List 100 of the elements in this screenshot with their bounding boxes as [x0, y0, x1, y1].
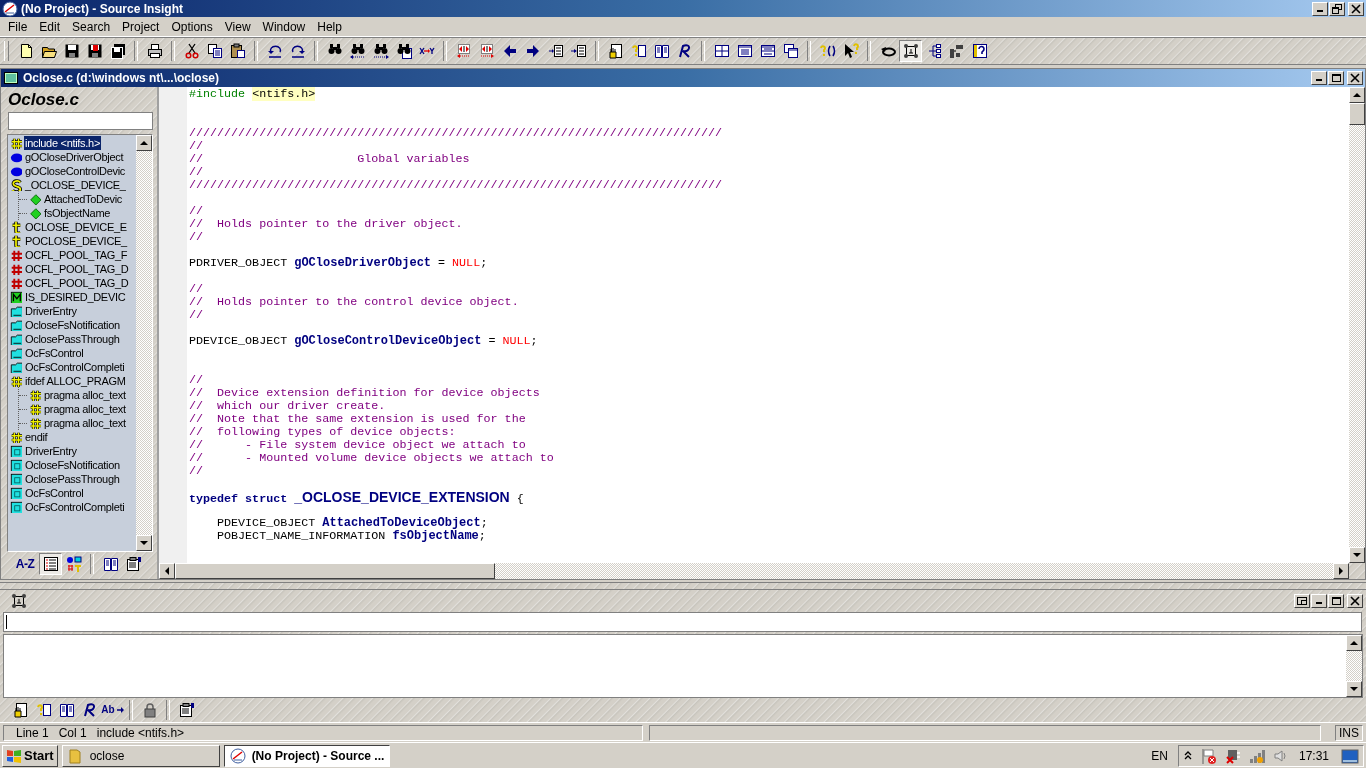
- code-line: //: [189, 283, 205, 297]
- toolbar-button[interactable]: Ab: [101, 698, 124, 721]
- maximize-icon: [1330, 73, 1342, 84]
- toolbar-button[interactable]: [899, 40, 922, 63]
- hand-page-icon: [12, 701, 29, 718]
- current-symbol: include <ntifs.h>: [96, 725, 185, 740]
- document-title: Oclose.c (d:\windows nt\...\oclose): [23, 71, 221, 86]
- flag-icon[interactable]: [1200, 747, 1217, 764]
- maximize-button[interactable]: [1328, 593, 1344, 608]
- toolbar-button[interactable]: A-Z: [11, 553, 39, 576]
- symbol-item[interactable]: OcloseFsNotification: [24, 318, 121, 333]
- scroll-thumb[interactable]: [175, 563, 495, 580]
- scrollbar[interactable]: [1349, 87, 1365, 564]
- scrollbar[interactable]: [1346, 634, 1362, 697]
- taskbar-button[interactable]: (No Project) - Source ...: [223, 744, 391, 767]
- symbol-item[interactable]: OCFL_POOL_TAG_F: [24, 248, 129, 263]
- scrollbar[interactable]: [136, 135, 152, 552]
- grid-window-icon: [713, 43, 730, 60]
- symbol-item[interactable]: endif: [24, 430, 49, 445]
- menu-item[interactable]: File: [2, 17, 34, 36]
- symbol-item[interactable]: OcFsControlCompleti: [24, 360, 126, 375]
- scrollbar[interactable]: [159, 563, 1349, 580]
- symbol-item[interactable]: OCLOSE_DEVICE_E: [24, 220, 128, 235]
- toolbar-button[interactable]: [39, 553, 62, 576]
- macro-icon: [10, 291, 22, 304]
- diamond-icon: [29, 207, 41, 220]
- menu-item[interactable]: Edit: [33, 17, 67, 36]
- pointer-question-icon: [842, 43, 859, 60]
- menu-item[interactable]: Search: [66, 17, 117, 36]
- symbol-item[interactable]: OcFsControl: [24, 346, 85, 361]
- search-field[interactable]: [8, 112, 153, 131]
- symbol-item[interactable]: OcFsControlCompleti: [24, 500, 126, 515]
- padlock-icon: [141, 701, 158, 718]
- restore-button[interactable]: [1329, 1, 1345, 16]
- symbol-item[interactable]: DriverEntry: [24, 304, 78, 319]
- menu-item[interactable]: Help: [311, 17, 348, 36]
- symbol-item[interactable]: gOCloseDriverObject: [24, 150, 125, 165]
- hash-icon: [10, 263, 22, 276]
- symbol-item[interactable]: OcFsControl: [24, 486, 85, 501]
- menu-item[interactable]: Project: [116, 17, 166, 36]
- menu-item[interactable]: Options: [165, 17, 219, 36]
- symbol-item[interactable]: OCFL_POOL_TAG_D: [24, 262, 130, 277]
- close-button[interactable]: [1347, 593, 1363, 608]
- scroll-thumb[interactable]: [1349, 103, 1365, 126]
- maximize-button[interactable]: [1328, 71, 1344, 86]
- code-line: #include <ntifs.h>: [189, 88, 317, 102]
- taskbar-button[interactable]: oclose: [61, 744, 220, 767]
- symbol-item[interactable]: OCFL_POOL_TAG_D: [24, 276, 130, 291]
- symbol-item[interactable]: POCLOSE_DEVICE_: [24, 234, 128, 249]
- symbol-item[interactable]: pragma alloc_text: [43, 402, 127, 417]
- symbol-item[interactable]: ifdef ALLOC_PRAGM: [24, 374, 127, 389]
- speaker-icon[interactable]: [1272, 747, 1287, 764]
- menu-item[interactable]: View: [218, 17, 257, 36]
- hash-icon: [29, 417, 41, 430]
- code-line: POBJECT_NAME_INFORMATION fsObjectName;: [216, 530, 487, 544]
- symbol-item[interactable]: pragma alloc_text: [43, 388, 127, 403]
- code-line: // - Mounted volume device objects we attach to: [189, 452, 555, 466]
- minimize-button[interactable]: [1311, 71, 1327, 86]
- frame-icon[interactable]: [11, 592, 27, 609]
- language-indicator[interactable]: EN: [1151, 748, 1168, 763]
- redo-icon: [289, 43, 306, 60]
- close-button[interactable]: [1348, 1, 1364, 16]
- menu-item[interactable]: Window: [256, 17, 312, 36]
- four-panes-icon: [6, 747, 22, 764]
- column-number: Col 1: [58, 725, 87, 740]
- signal-icon[interactable]: [1248, 747, 1265, 764]
- indent-icon: [570, 43, 587, 60]
- question-page-icon: [630, 43, 647, 60]
- float-icon: [1296, 595, 1308, 606]
- page-left-arrow-icon: [455, 43, 472, 60]
- floppy-disks-icon: [109, 43, 126, 60]
- start-button[interactable]: Start: [2, 744, 58, 767]
- symbol-item[interactable]: OclosePassThrough: [24, 332, 121, 347]
- document-icon: [3, 70, 19, 87]
- binoculars-right-arrow-icon: [372, 43, 389, 60]
- symbol-item[interactable]: fsObjectName: [43, 206, 112, 221]
- minimize-button[interactable]: [1312, 1, 1328, 16]
- panel-title: Oclose.c: [7, 89, 80, 112]
- symbol-item[interactable]: gOCloseControlDevic: [24, 164, 127, 179]
- desktop-icon[interactable]: [1341, 747, 1359, 764]
- symbol-item[interactable]: DriverEntry: [24, 444, 78, 459]
- plug-icon[interactable]: [1224, 747, 1241, 764]
- input-field[interactable]: [3, 611, 1362, 632]
- float-button[interactable]: [1294, 593, 1310, 608]
- symbol-item[interactable]: pragma alloc_text: [43, 416, 127, 431]
- symbol-item[interactable]: include <ntifs.h>: [24, 136, 101, 151]
- symbol-item[interactable]: IS_DESIRED_DEVIC: [24, 290, 127, 305]
- close-button[interactable]: [1347, 71, 1363, 86]
- code-line: // Global variables: [189, 153, 471, 167]
- copy-icon: [206, 43, 223, 60]
- symbol-item[interactable]: _OCLOSE_DEVICE_: [24, 178, 127, 193]
- symbol-item[interactable]: OclosePassThrough: [24, 472, 121, 487]
- categories-icon: [65, 556, 82, 573]
- question-page-icon: [35, 701, 52, 718]
- symbol-item[interactable]: AttachedToDevic: [43, 192, 124, 207]
- binoculars-left-arrow-icon: [349, 43, 366, 60]
- symbol-item[interactable]: OcloseFsNotification: [24, 458, 121, 473]
- minimize-button[interactable]: [1311, 593, 1327, 608]
- code-line: PDEVICE_OBJECT gOCloseControlDeviceObject = NULL;: [189, 335, 539, 349]
- code-line: // following types of device objects:: [189, 426, 457, 440]
